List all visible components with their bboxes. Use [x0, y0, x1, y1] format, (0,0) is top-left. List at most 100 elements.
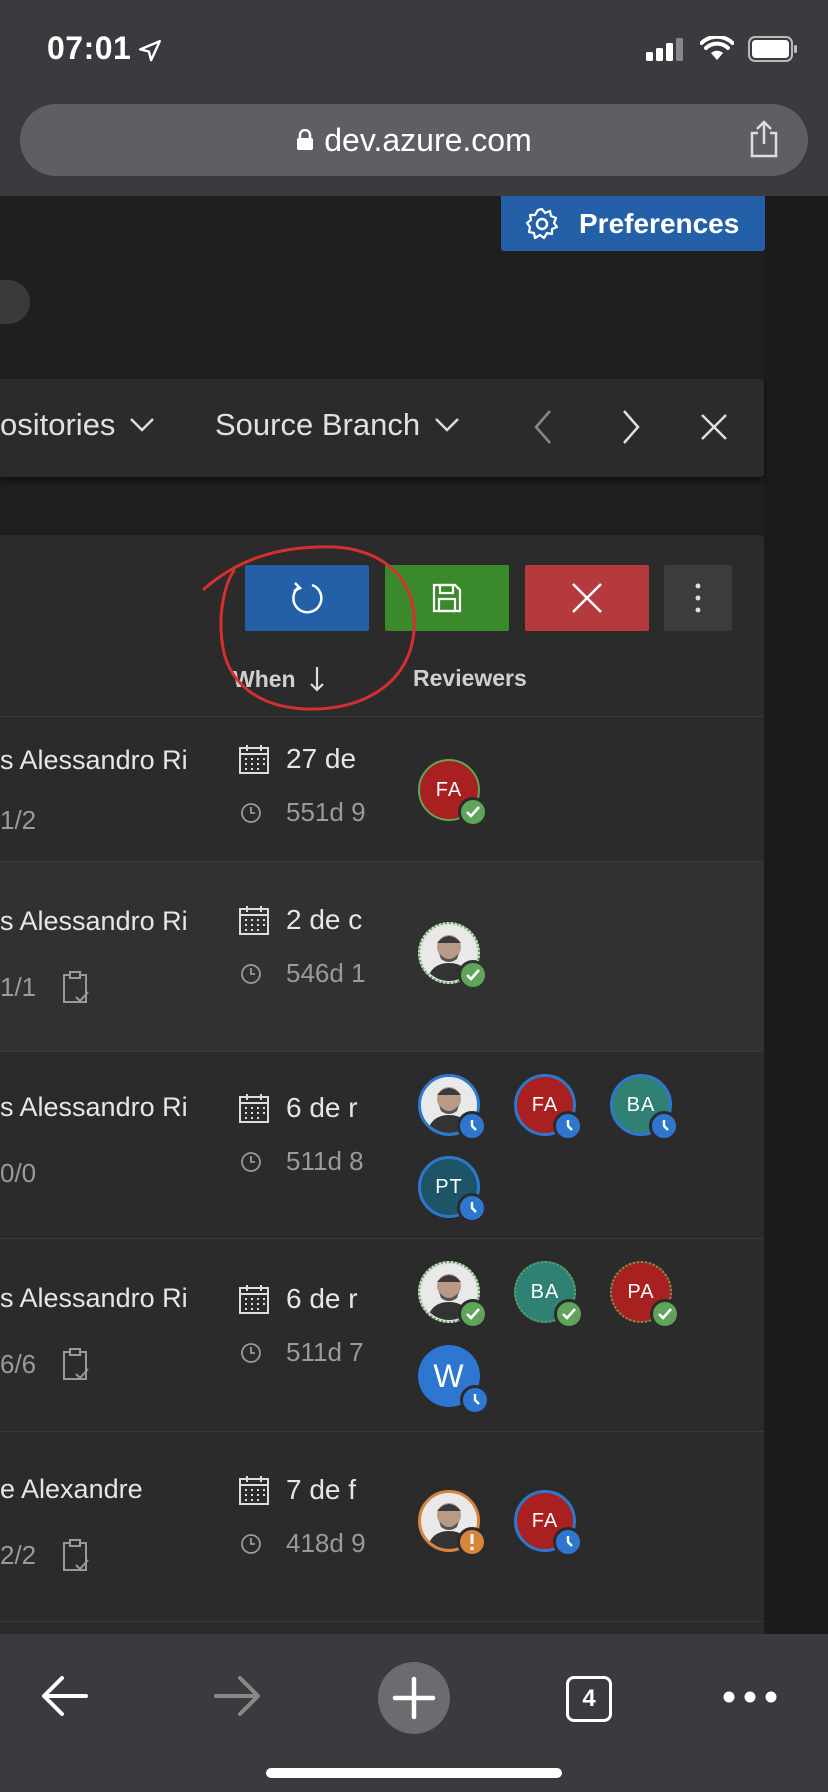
avatar[interactable]: FA — [418, 759, 488, 827]
row-date: 2 de c — [286, 904, 363, 935]
clock-icon — [241, 963, 261, 984]
status-indicators — [646, 36, 798, 62]
forward-arrow-icon[interactable] — [212, 1674, 264, 1718]
warning-icon — [457, 1527, 487, 1557]
gear-icon — [525, 207, 559, 239]
row-age: 551d 9 — [286, 797, 366, 827]
approved-check-icon — [650, 1299, 680, 1329]
cellular-signal-icon — [646, 38, 683, 61]
waiting-clock-icon — [457, 1111, 487, 1141]
waiting-clock-icon — [460, 1385, 490, 1415]
approved-check-icon — [458, 797, 488, 827]
source-branch-label: Source Branch — [215, 407, 421, 442]
preferences-button[interactable]: Preferences — [501, 196, 765, 251]
row-date: 7 de f — [286, 1474, 357, 1505]
row-date: 27 de — [286, 743, 357, 774]
clipboard-check-icon — [63, 1348, 89, 1380]
avatar[interactable]: FA — [514, 1490, 583, 1557]
wifi-icon — [700, 36, 734, 60]
avatar[interactable] — [418, 1261, 488, 1329]
avatar[interactable]: BA — [514, 1261, 584, 1329]
plus-icon — [392, 1676, 436, 1720]
avatar[interactable]: PT — [418, 1156, 487, 1223]
repositories-label: ositories — [0, 407, 116, 442]
row-title: s Alessandro Ri — [0, 745, 188, 775]
row-title: s Alessandro Ri — [0, 1092, 188, 1122]
row-date: 6 de r — [286, 1092, 358, 1123]
hand-drawn-annotation — [202, 545, 416, 711]
approved-check-icon — [458, 1299, 488, 1329]
more-horizontal-icon[interactable] — [722, 1690, 778, 1704]
table-row[interactable]: s Alessandro Ri 1/2 27 de 551d 9 FA — [0, 717, 764, 862]
chevron-left-icon[interactable] — [524, 407, 564, 447]
filter-pill[interactable] — [0, 280, 30, 324]
location-arrow-icon — [139, 40, 161, 62]
more-options-button[interactable] — [664, 565, 732, 631]
row-count: 0/0 — [0, 1158, 37, 1188]
close-filter-icon[interactable] — [694, 407, 734, 447]
calendar-icon — [239, 745, 269, 774]
row-count: 2/2 — [0, 1539, 37, 1570]
preferences-label: Preferences — [579, 207, 740, 239]
avatar[interactable] — [418, 1074, 487, 1141]
clock-icon — [241, 1151, 261, 1172]
row-age: 511d 8 — [286, 1146, 364, 1176]
calendar-icon — [239, 1285, 269, 1314]
repositories-filter[interactable]: ositories — [0, 407, 155, 443]
source-branch-filter[interactable]: Source Branch — [215, 407, 460, 443]
approved-check-icon — [554, 1299, 584, 1329]
clipboard-check-icon — [63, 1539, 89, 1571]
row-count: 6/6 — [0, 1348, 37, 1379]
calendar-icon — [239, 1476, 269, 1505]
row-count: 1/2 — [0, 805, 37, 835]
chevron-down-icon — [130, 418, 155, 432]
clock-icon — [241, 1342, 261, 1363]
filter-bar: ositories Source Branch — [0, 379, 764, 477]
avatar[interactable]: PA — [610, 1261, 680, 1329]
reviewers-column-header[interactable]: Reviewers — [413, 665, 527, 692]
clipboard-check-icon — [63, 971, 89, 1003]
waiting-clock-icon — [457, 1193, 487, 1223]
table-row[interactable]: s Alessandro Ri 1/1 2 de c 546d 1 — [0, 862, 764, 1052]
browser-top-chrome: 07:01 dev.azure.com — [0, 0, 828, 196]
new-tab-button[interactable] — [378, 1662, 450, 1734]
back-arrow-icon[interactable] — [38, 1674, 90, 1718]
avatar[interactable]: W — [418, 1345, 490, 1415]
avatar[interactable] — [418, 922, 488, 990]
row-count: 1/1 — [0, 971, 37, 1002]
pull-request-list: When Reviewers s Alessandro Ri 1/2 27 de… — [0, 535, 764, 1634]
row-title: s Alessandro Ri — [0, 906, 188, 936]
avatar[interactable]: BA — [610, 1074, 679, 1141]
chevron-down-icon — [435, 418, 459, 432]
chevron-right-icon[interactable] — [610, 407, 650, 447]
waiting-clock-icon — [553, 1527, 583, 1557]
calendar-icon — [239, 906, 269, 935]
row-title: s Alessandro Ri — [0, 1283, 188, 1313]
waiting-clock-icon — [553, 1111, 583, 1141]
row-title: e Alexandre — [0, 1474, 143, 1504]
calendar-icon — [239, 1094, 269, 1123]
battery-icon — [748, 36, 797, 62]
row-age: 546d 1 — [286, 958, 366, 988]
avatar[interactable]: FA — [514, 1074, 583, 1141]
table-row[interactable]: s Alessandro Ri 0/0 6 de r 511d 8 FA BA — [0, 1052, 764, 1239]
share-icon[interactable] — [748, 120, 780, 158]
tab-count: 4 — [582, 1685, 596, 1712]
waiting-clock-icon — [649, 1111, 679, 1141]
address-bar[interactable]: dev.azure.com — [20, 104, 808, 176]
lock-icon — [297, 128, 314, 150]
more-vertical-icon — [695, 583, 701, 613]
clock-icon — [241, 802, 261, 823]
avatar[interactable] — [418, 1490, 487, 1557]
reviewers-label: Reviewers — [413, 665, 527, 691]
table-row[interactable]: s Alessandro Ri 6/6 6 de r 511d 7 BA PA … — [0, 1239, 764, 1432]
tabs-button[interactable]: 4 — [566, 1676, 612, 1722]
row-date: 6 de r — [286, 1283, 358, 1314]
status-time: 07:01 — [47, 30, 132, 66]
clear-button[interactable] — [525, 565, 649, 631]
table-row[interactable]: e Alexandre 2/2 7 de f 418d 9 FA — [0, 1432, 764, 1622]
close-icon — [572, 583, 602, 613]
clock-icon — [241, 1533, 261, 1554]
row-age: 511d 7 — [286, 1337, 364, 1367]
url-text: dev.azure.com — [324, 122, 532, 158]
